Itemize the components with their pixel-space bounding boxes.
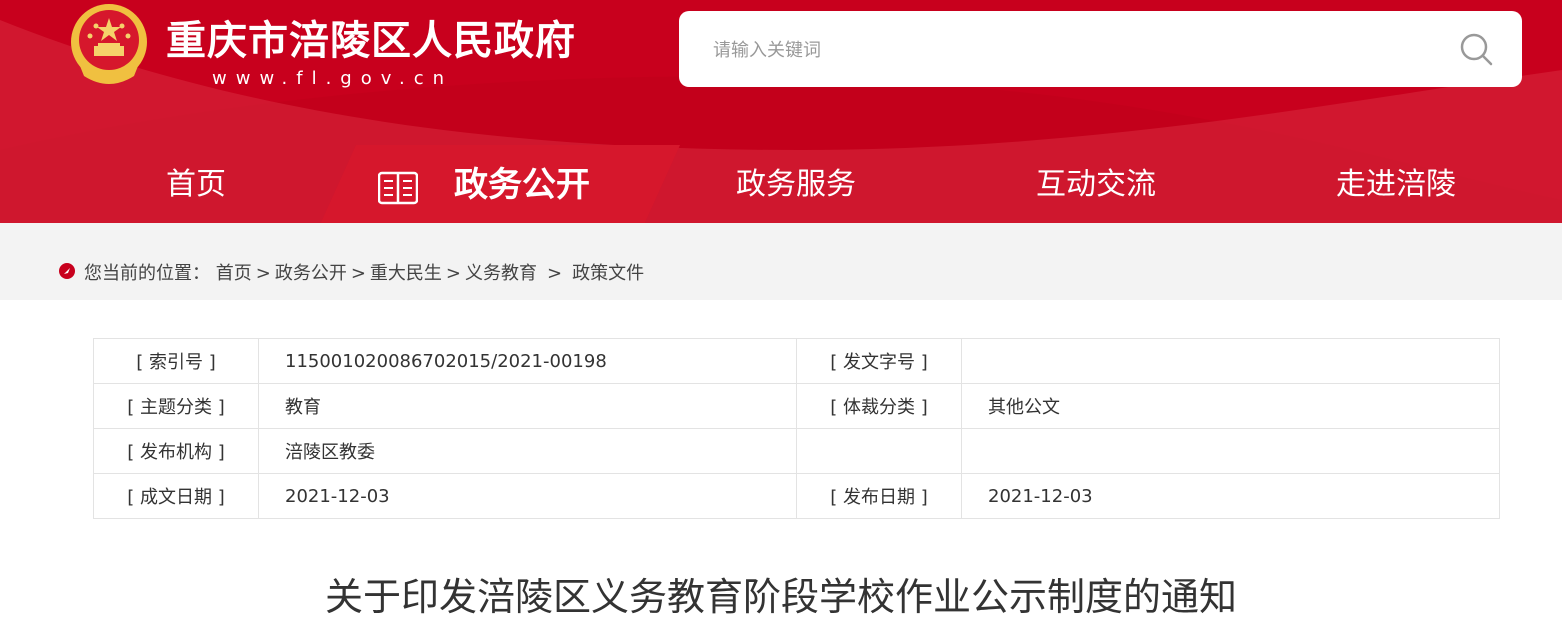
table-row: [ 成文日期 ] 2021-12-03 [ 发布日期 ] 2021-12-03 [93,473,1500,519]
breadcrumb-separator: > [445,263,462,284]
value-document-number [961,338,1500,384]
document-meta-table: [ 索引号 ] 115001020086702015/2021-00198 [ … [93,338,1500,519]
value-genre-category: 其他公文 [961,383,1500,429]
value-index-number: 115001020086702015/2021-00198 [258,338,797,384]
breadcrumb-item-disclosure[interactable]: 政务公开 [275,263,347,284]
breadcrumb-item-policy-documents[interactable]: 政策文件 [572,263,644,284]
nav-item-home[interactable]: 首页 [166,160,226,210]
nav-item-interaction[interactable]: 互动交流 [1036,160,1156,210]
breadcrumb-item-livelihood[interactable]: 重大民生 [370,263,442,284]
breadcrumb-separator: > [255,263,271,284]
table-row: [ 主题分类 ] 教育 [ 体裁分类 ] 其他公文 [93,383,1500,429]
empty-value-cell [961,428,1500,474]
label-written-date: [ 成文日期 ] [93,473,259,519]
value-topic-category: 教育 [258,383,797,429]
label-issuing-agency: [ 发布机构 ] [93,428,259,474]
breadcrumb-separator: > [547,263,563,284]
value-written-date: 2021-12-03 [258,473,797,519]
value-publish-date: 2021-12-03 [961,473,1500,519]
nav-item-about-fuling[interactable]: 走进涪陵 [1336,160,1456,210]
label-genre-category: [ 体裁分类 ] [796,383,962,429]
breadcrumb-item-home[interactable]: 首页 [216,263,252,284]
breadcrumb-item-compulsory-education[interactable]: 义务教育 [465,263,537,284]
label-topic-category: [ 主题分类 ] [93,383,259,429]
label-document-number: [ 发文字号 ] [796,338,962,384]
empty-label-cell [796,428,962,474]
breadcrumb-separator: > [350,263,366,284]
label-publish-date: [ 发布日期 ] [796,473,962,519]
nav-active-tab-overlap [314,223,646,238]
nav-item-government-affairs-disclosure[interactable]: 政务公开 [454,160,590,210]
nav-item-government-services[interactable]: 政务服务 [736,160,856,210]
document-title: 关于印发涪陵区义务教育阶段学校作业公示制度的通知 [324,575,1237,619]
value-issuing-agency: 涪陵区教委 [258,428,797,474]
breadcrumb-prefix: 您当前的位置： [84,263,210,284]
table-row: [ 索引号 ] 115001020086702015/2021-00198 [ … [93,338,1500,384]
breadcrumb: 您当前的位置： 首页 > 政务公开 > 重大民生 > 义务教育 > 政策文件 [84,259,644,285]
document-icon [378,171,418,205]
table-row: [ 发布机构 ] 涪陵区教委 [93,428,1500,474]
label-index-number: [ 索引号 ] [93,338,259,384]
location-pin-icon [59,263,75,279]
breadcrumb-bar: 您当前的位置： 首页 > 政务公开 > 重大民生 > 义务教育 > 政策文件 [0,223,1562,300]
